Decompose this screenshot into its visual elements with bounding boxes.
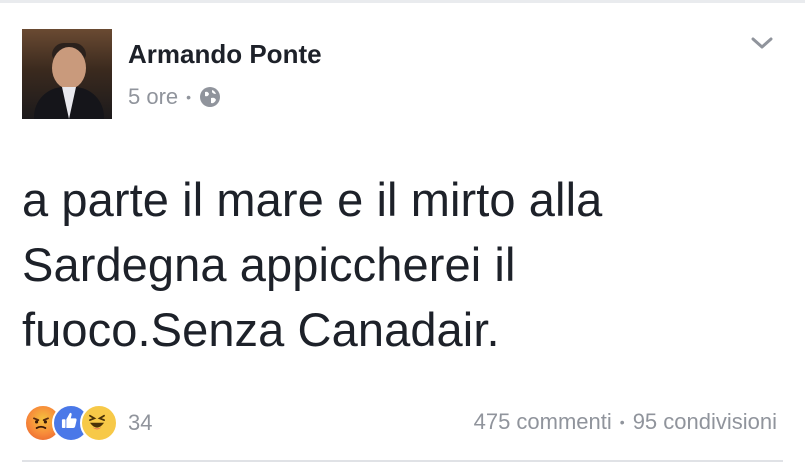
reactions-summary[interactable]: 34 <box>24 404 152 442</box>
meta-separator: • <box>186 89 192 105</box>
top-divider <box>0 0 805 3</box>
post-stats: 475 commenti • 95 condivisioni <box>474 409 777 435</box>
globe-icon[interactable] <box>199 86 221 108</box>
shares-count[interactable]: 95 condivisioni <box>633 409 777 435</box>
post-time[interactable]: 5 ore <box>128 84 178 110</box>
post-text: a parte il mare e il mirto alla Sardegna… <box>22 173 603 356</box>
haha-reaction-icon <box>80 404 118 442</box>
post-meta: 5 ore • <box>128 84 221 110</box>
comments-count[interactable]: 475 commenti <box>474 409 612 435</box>
bottom-divider <box>22 460 783 462</box>
reaction-count: 34 <box>128 410 153 435</box>
author-name[interactable]: Armando Ponte <box>128 39 322 70</box>
stats-separator: • <box>619 414 625 430</box>
chevron-down-icon[interactable] <box>749 30 775 56</box>
avatar[interactable] <box>22 29 112 119</box>
